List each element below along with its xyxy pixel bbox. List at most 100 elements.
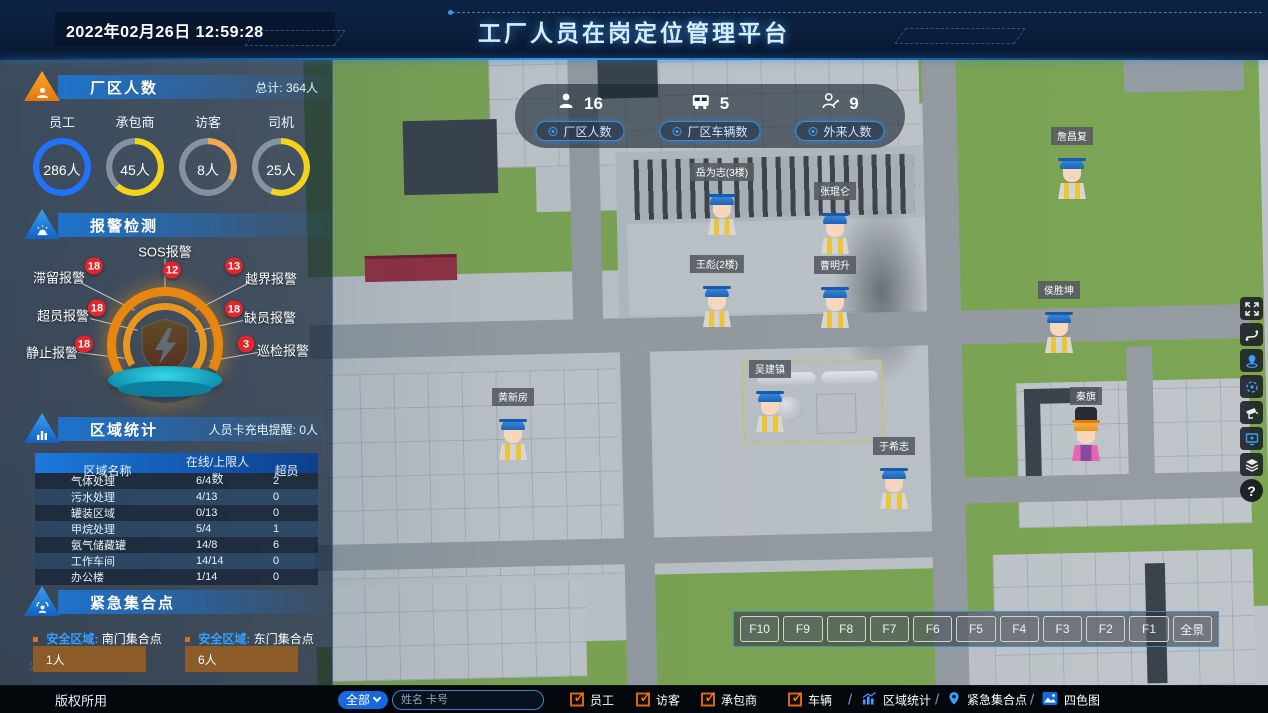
- cell-over-count: 6: [255, 539, 318, 551]
- filter-checkbox-contractors[interactable]: 承包商: [701, 691, 757, 708]
- chevron-down-icon: [373, 694, 381, 702]
- alarm-platform-base: [118, 381, 212, 397]
- worker-marker[interactable]: 黄新房: [492, 388, 534, 460]
- worker-marker[interactable]: 王彪(2楼): [690, 255, 744, 327]
- search-input[interactable]: [393, 691, 544, 709]
- separator: /: [1030, 691, 1034, 708]
- cell-over-count: 0: [255, 507, 318, 519]
- layers-icon[interactable]: [1240, 453, 1263, 476]
- worker-name-tag: 吴建镇: [749, 360, 791, 378]
- bullet-icon: [33, 637, 38, 642]
- section-header-assembly: 紧急集合点: [58, 590, 330, 614]
- floor-button-f2[interactable]: F2: [1086, 616, 1125, 642]
- floor-button-f3[interactable]: F3: [1043, 616, 1082, 642]
- table-row[interactable]: 氨气储藏罐 14/8 6: [35, 537, 318, 553]
- cell-region-name: 污水处理: [35, 489, 180, 505]
- target-icon[interactable]: [1240, 375, 1263, 398]
- worker-avatar: [819, 213, 851, 254]
- worker-marker[interactable]: 岳为志(3楼): [690, 163, 754, 235]
- table-row[interactable]: 污水处理 4/13 0: [35, 489, 318, 505]
- stat-factory-vehicles: 5 厂区车辆数: [645, 84, 775, 148]
- filter-all-dropdown[interactable]: 全部: [338, 691, 388, 709]
- map-tank: [821, 370, 877, 383]
- alarm-count-badge: 18: [88, 300, 106, 317]
- ring-value: 8人: [179, 160, 237, 180]
- group-label: 承包商: [115, 112, 154, 131]
- floor-button-f4[interactable]: F4: [1000, 616, 1039, 642]
- ring-value: 286人: [33, 160, 91, 180]
- floor-button-f5[interactable]: F5: [956, 616, 995, 642]
- worker-avatar: [819, 287, 851, 328]
- map-red-building: [365, 254, 458, 282]
- table-row[interactable]: 甲烷处理 5/4 1: [35, 521, 318, 537]
- link-region-stats[interactable]: 区域统计: [862, 691, 931, 708]
- worker-avatar: [497, 419, 529, 460]
- worker-marker[interactable]: 于希志: [873, 437, 915, 509]
- stat-label: 厂区车辆数: [687, 123, 747, 140]
- stat-label-pill[interactable]: 厂区车辆数: [659, 121, 760, 141]
- link-label: 区域统计: [883, 691, 931, 708]
- zone-name: 南门集合点: [102, 632, 162, 646]
- group-label: 访客: [195, 112, 221, 131]
- cell-region-name: 氨气储藏罐: [35, 537, 180, 553]
- separator: /: [935, 691, 939, 708]
- dot-ring-icon: [672, 127, 681, 136]
- floor-button-f10[interactable]: F10: [740, 616, 779, 642]
- table-row[interactable]: 气体处理 6/4 2: [35, 473, 318, 489]
- worker-marker[interactable]: 张琨仑: [814, 182, 856, 254]
- assembly-count-bar[interactable]: 6人: [185, 646, 298, 672]
- fullscreen-icon[interactable]: [1240, 297, 1263, 320]
- worker-name-tag: 秦旗: [1070, 387, 1102, 405]
- floor-button-f1[interactable]: F1: [1129, 616, 1168, 642]
- personnel-total: 总计: 364人: [255, 79, 318, 96]
- cctv-camera-icon[interactable]: [1240, 401, 1263, 424]
- assembly-count-bar[interactable]: 1人: [33, 646, 146, 672]
- link-four-color-map[interactable]: 四色图: [1042, 691, 1100, 708]
- region-table-body: 气体处理 6/4 2 污水处理 4/13 0 罐装区域 0/13 0 甲烷处理 …: [35, 473, 318, 585]
- table-row[interactable]: 工作车间 14/14 0: [35, 553, 318, 569]
- floor-button-f9[interactable]: F9: [783, 616, 822, 642]
- cell-online-limit: 0/13: [180, 507, 255, 519]
- stat-value: 5: [720, 94, 729, 114]
- worker-marker[interactable]: 曹明升: [814, 256, 856, 328]
- checkbox-icon: [701, 693, 715, 707]
- cell-over-count: 1: [255, 523, 318, 535]
- worker-name-tag: 张琨仑: [814, 182, 856, 200]
- bottom-bar: 版权所用 全部 员工 访客 承包商 车辆: [0, 685, 1268, 713]
- assembly-zone-label: 安全区域: 南门集合点: [33, 630, 162, 647]
- worker-marker[interactable]: 秦旗: [1070, 387, 1102, 461]
- worker-avatar: [706, 194, 738, 235]
- search-box: [392, 690, 544, 710]
- worker-marker[interactable]: 吴建镇: [749, 360, 791, 432]
- stat-label-pill[interactable]: 外来人数: [795, 121, 884, 141]
- worker-name-tag: 黄新房: [492, 388, 534, 406]
- floor-button-f6[interactable]: F6: [913, 616, 952, 642]
- help-icon[interactable]: [1240, 479, 1263, 502]
- stat-label-pill[interactable]: 厂区人数: [535, 121, 624, 141]
- link-assembly-points[interactable]: 紧急集合点: [947, 691, 1027, 709]
- floor-button-f8[interactable]: F8: [827, 616, 866, 642]
- route-icon[interactable]: [1240, 323, 1263, 346]
- filter-checkbox-visitors[interactable]: 访客: [636, 691, 680, 708]
- group-label: 员工: [49, 112, 75, 131]
- worker-marker[interactable]: 詹昌复: [1051, 127, 1093, 199]
- worker-marker[interactable]: 侯胜坤: [1038, 281, 1080, 353]
- table-row[interactable]: 罐装区域 0/13 0: [35, 505, 318, 521]
- monitor-icon[interactable]: [1240, 427, 1263, 450]
- filter-checkbox-employees[interactable]: 员工: [570, 691, 614, 708]
- checkbox-label: 车辆: [808, 691, 832, 708]
- stat-factory-people: 16 厂区人数: [515, 84, 645, 148]
- cell-over-count: 0: [255, 555, 318, 567]
- alarm-count-badge: 3: [238, 336, 255, 353]
- filter-checkbox-vehicles[interactable]: 车辆: [788, 691, 832, 708]
- table-row[interactable]: 办公楼 1/14 0: [35, 569, 318, 585]
- stat-outsiders: 9 外来人数: [775, 84, 905, 148]
- alarm-label: 巡检报警: [257, 341, 309, 360]
- zone-prefix: 安全区域:: [198, 632, 250, 646]
- floor-button-overview[interactable]: 全景: [1173, 616, 1212, 642]
- zone-prefix: 安全区域:: [46, 632, 98, 646]
- floor-button-f7[interactable]: F7: [870, 616, 909, 642]
- locate-pin-icon[interactable]: [1240, 349, 1263, 372]
- worker-name-tag: 岳为志(3楼): [690, 163, 754, 181]
- copyright-text: 版权所用: [55, 690, 107, 709]
